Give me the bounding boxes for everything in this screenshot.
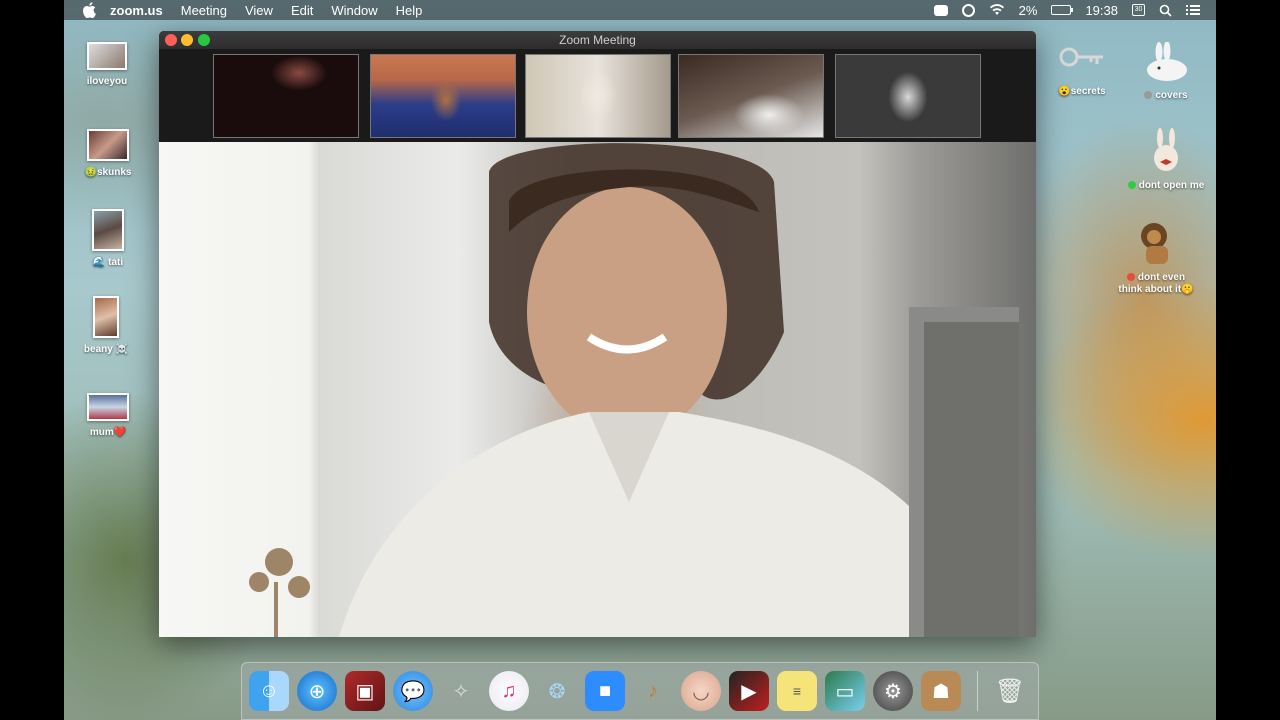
desktop-file-secrets[interactable]: 😮secrets (1037, 42, 1127, 97)
desktop-file-iloveyou[interactable]: iloveyou (62, 42, 152, 87)
participant-video-tile[interactable] (835, 54, 981, 138)
file-label: secrets (1070, 86, 1106, 97)
preview-icon[interactable]: ▭ (825, 671, 865, 711)
dock-separator (977, 671, 978, 711)
menu-window[interactable]: Window (331, 3, 377, 18)
desktop-file-covers[interactable]: covers (1121, 42, 1211, 101)
window-titlebar[interactable]: Zoom Meeting (159, 31, 1036, 49)
desktop-file-dont-even-think-about-it[interactable]: dont even think about it🤫 (1106, 218, 1206, 296)
lion-icon (1141, 223, 1168, 264)
file-label: mum (89, 427, 114, 438)
tag-emoji: 🤢 (84, 167, 97, 178)
desktop-file-mum[interactable]: mum❤️ (63, 393, 153, 438)
tag-emoji: ❤️ (113, 427, 127, 438)
desktop-file-beany[interactable]: beany ☠️ (61, 296, 151, 355)
tag-emoji: 🌊 (92, 257, 106, 268)
garageband-icon[interactable]: ♪ (633, 671, 673, 711)
itunes-icon[interactable]: ♫ (489, 671, 529, 711)
app-menu-zoom[interactable]: zoom.us (110, 3, 163, 18)
letterbox-right (1216, 0, 1280, 720)
contacts-icon[interactable]: ☗ (921, 671, 961, 711)
screen: zoom.us Meeting View Edit Window Help 2%… (0, 0, 1280, 720)
menu-edit[interactable]: Edit (291, 3, 313, 18)
bunny-icon (1147, 42, 1187, 81)
file-label: tati (108, 257, 124, 268)
menu-help[interactable]: Help (396, 3, 423, 18)
desktop-file-dont-open-me[interactable]: dont open me (1116, 128, 1216, 191)
tag-emoji: 😮 (1058, 86, 1071, 97)
dock: ☺ ⊕ ▣ 💬 ✧ ♫ ❂ ■ ♪ ◡ ▶ ≡ ▭ ⚙ ☗ 🗑 (241, 662, 1039, 720)
finder-icon[interactable]: ☺ (249, 671, 289, 711)
menu-meeting[interactable]: Meeting (181, 3, 227, 18)
battery-icon[interactable] (1051, 5, 1074, 15)
participant-video-tile[interactable] (525, 54, 671, 138)
inkscape-icon[interactable]: ✧ (441, 671, 481, 711)
notification-center-icon[interactable] (1186, 4, 1200, 16)
tag-dot (1126, 273, 1135, 282)
file-label-line1: dont even (1137, 272, 1186, 283)
seal-app-icon[interactable]: ❂ (537, 671, 577, 711)
zoom-icon[interactable]: ■ (585, 671, 625, 711)
safari-icon[interactable]: ⊕ (297, 671, 337, 711)
participant-thumbnail-strip (159, 49, 1036, 142)
menu-bar: zoom.us Meeting View Edit Window Help 2%… (64, 0, 1216, 20)
file-label: skunks (96, 167, 132, 178)
participant-video-tile[interactable] (370, 54, 516, 138)
spotlight-search-icon[interactable] (1159, 4, 1172, 17)
clock[interactable]: 19:38 (1085, 3, 1118, 18)
photo-booth-icon[interactable]: ▣ (345, 671, 385, 711)
rabbit-sticker-icon (1154, 128, 1178, 171)
apple-menu-icon[interactable] (82, 2, 96, 18)
tag-dot (1127, 181, 1136, 190)
letterbox-left (0, 0, 64, 720)
tag-emoji: 🤫 (1181, 284, 1194, 295)
file-thumbnail (92, 209, 124, 251)
wifi-icon[interactable] (989, 4, 1005, 16)
file-label: dont open me (1138, 180, 1205, 191)
photo-slideshow-icon[interactable]: ▶ (729, 671, 769, 711)
file-label-line2: think about it (1118, 284, 1182, 295)
calendar-icon[interactable]: 30 (1132, 4, 1145, 16)
desktop-file-tati[interactable]: 🌊 tati (63, 209, 153, 268)
file-thumbnail (93, 296, 119, 338)
zoom-meeting-window: Zoom Meeting (159, 31, 1036, 637)
speaker-silhouette (249, 143, 1019, 637)
file-label: covers (1155, 90, 1188, 101)
trash-icon[interactable]: 🗑 (990, 671, 1030, 711)
battery-percent: 2% (1018, 2, 1038, 18)
stickies-icon[interactable]: ≡ (777, 671, 817, 711)
file-thumbnail (87, 42, 127, 70)
file-thumbnail (87, 393, 129, 421)
file-thumbnail (87, 129, 129, 161)
window-title: Zoom Meeting (559, 33, 636, 47)
menu-view[interactable]: View (245, 3, 273, 18)
tag-emoji: ☠️ (115, 344, 129, 355)
messages-icon[interactable]: 💬 (393, 671, 433, 711)
key-icon (1059, 47, 1103, 67)
tag-dot (1144, 91, 1153, 100)
creative-cloud-icon[interactable] (961, 3, 975, 17)
active-speaker-video[interactable] (159, 142, 1036, 637)
system-preferences-icon[interactable]: ⚙ (873, 671, 913, 711)
file-label: iloveyou (86, 76, 128, 87)
status-area: 2% 19:38 30 (933, 2, 1200, 18)
participant-video-tile[interactable] (678, 54, 824, 138)
file-label: beany (83, 344, 113, 355)
face-app-icon[interactable]: ◡ (681, 671, 721, 711)
zoom-status-icon[interactable] (933, 4, 948, 16)
desktop-file-skunks[interactable]: 🤢skunks (63, 129, 153, 178)
participant-video-tile[interactable] (213, 54, 359, 138)
